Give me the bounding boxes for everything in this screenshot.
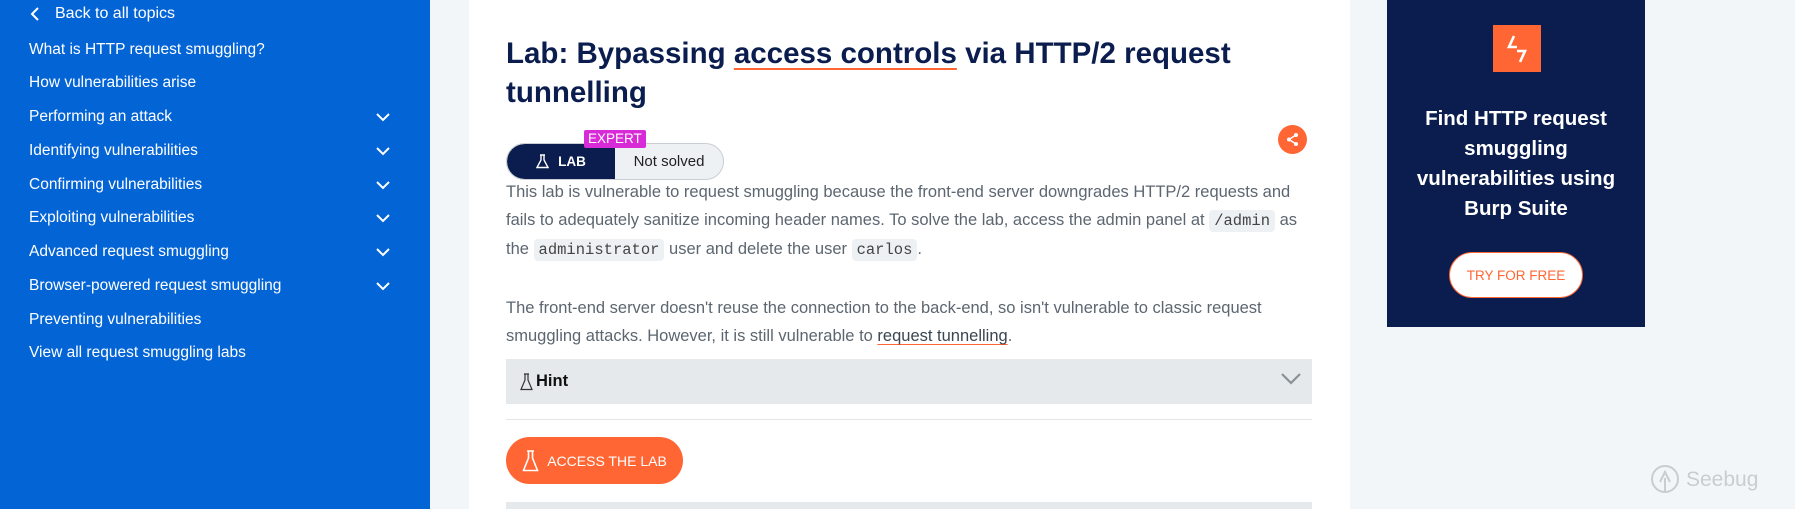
hint-toggle[interactable]: Hint (506, 359, 1312, 404)
lab-description-2: The front-end server doesn't reuse the c… (506, 294, 1316, 350)
sidebar-item-label: View all request smuggling labs (29, 344, 246, 361)
lab-badge-label: LAB (558, 154, 586, 169)
lab-status-badge: LAB Not solved (506, 143, 724, 180)
sidebar-item-label: What is HTTP request smuggling? (29, 41, 265, 58)
code-admin: /admin (1209, 210, 1276, 232)
sidebar-item-view-all-labs[interactable]: View all request smuggling labs (29, 341, 390, 365)
sidebar-item-label: Performing an attack (29, 108, 173, 125)
sidebar-item-label: Confirming vulnerabilities (29, 176, 203, 193)
sidebar-item-label: Exploiting vulnerabilities (29, 209, 195, 226)
flask-icon (522, 449, 539, 471)
hint-label: Hint (536, 372, 569, 390)
chevron-left-icon (30, 7, 39, 21)
request-tunnelling-link[interactable]: request tunnelling (877, 327, 1007, 345)
sidebar-item-identifying[interactable]: Identifying vulnerabilities (29, 139, 390, 163)
chevron-down-icon[interactable] (376, 281, 390, 291)
burp-suite-ad: Find HTTP request smuggling vulnerabilit… (1387, 0, 1645, 327)
sidebar-item-browser-powered[interactable]: Browser-powered request smuggling (29, 274, 390, 298)
lab-badge: LAB (507, 144, 615, 179)
sidebar-item-label: Preventing vulnerabilities (29, 311, 202, 328)
lab-content: Lab: Bypassing access controls via HTTP/… (469, 0, 1350, 509)
solved-status: Not solved (633, 153, 705, 170)
seebug-watermark: Seebug (1648, 462, 1758, 498)
lab-title: Lab: Bypassing access controls via HTTP/… (506, 34, 1266, 112)
access-lab-label: ACCESS THE LAB (547, 452, 667, 469)
sidebar-item-confirming[interactable]: Confirming vulnerabilities (29, 173, 390, 197)
sidebar: Back to all topics What is HTTP request … (0, 0, 430, 509)
sidebar-item-preventing[interactable]: Preventing vulnerabilities (29, 308, 390, 332)
chevron-down-icon[interactable] (376, 247, 390, 257)
chevron-down-icon[interactable] (376, 112, 390, 122)
sidebar-item-advanced[interactable]: Advanced request smuggling (29, 240, 390, 264)
flask-icon (520, 372, 533, 390)
text: user and delete the user (664, 240, 852, 258)
divider (506, 419, 1312, 420)
access-controls-link[interactable]: access controls (734, 37, 957, 70)
back-to-topics-link[interactable]: Back to all topics (29, 5, 175, 23)
chevron-down-icon[interactable] (376, 213, 390, 223)
lab-description-1: This lab is vulnerable to request smuggl… (506, 178, 1316, 264)
sidebar-item-how-arise[interactable]: How vulnerabilities arise (29, 71, 390, 95)
chevron-down-icon[interactable] (376, 146, 390, 156)
sidebar-item-label: Identifying vulnerabilities (29, 142, 198, 159)
seebug-logo-icon (1651, 465, 1679, 493)
sidebar-item-label: How vulnerabilities arise (29, 74, 197, 91)
sidebar-item-performing-attack[interactable]: Performing an attack (29, 105, 390, 129)
chevron-down-icon[interactable] (376, 180, 390, 190)
sidebar-item-label: Browser-powered request smuggling (29, 277, 282, 294)
code-carlos: carlos (851, 239, 918, 261)
share-icon (1287, 133, 1298, 146)
lab-title-prefix: Lab: Bypassing (506, 37, 734, 70)
back-link-label: Back to all topics (55, 5, 176, 22)
sidebar-item-what-is[interactable]: What is HTTP request smuggling? (29, 38, 390, 62)
text: . (917, 240, 922, 258)
sidebar-item-exploiting[interactable]: Exploiting vulnerabilities (29, 206, 390, 230)
ad-headline: Find HTTP request smuggling vulnerabilit… (1416, 107, 1616, 220)
chevron-down-icon (1281, 373, 1301, 385)
burp-logo-icon (1493, 25, 1541, 72)
try-for-free-button[interactable]: TRY FOR FREE (1449, 252, 1583, 298)
flask-icon (536, 154, 550, 169)
sidebar-item-label: Advanced request smuggling (29, 243, 229, 260)
text: This lab is vulnerable to request smuggl… (506, 183, 1291, 229)
share-button[interactable] (1278, 125, 1307, 154)
text: . (1007, 327, 1013, 345)
code-administrator: administrator (533, 239, 665, 261)
next-section-strip (506, 502, 1312, 509)
watermark-text: Seebug (1686, 468, 1759, 491)
access-lab-button[interactable]: ACCESS THE LAB (506, 437, 683, 484)
expert-level-tag: EXPERT (584, 130, 646, 148)
